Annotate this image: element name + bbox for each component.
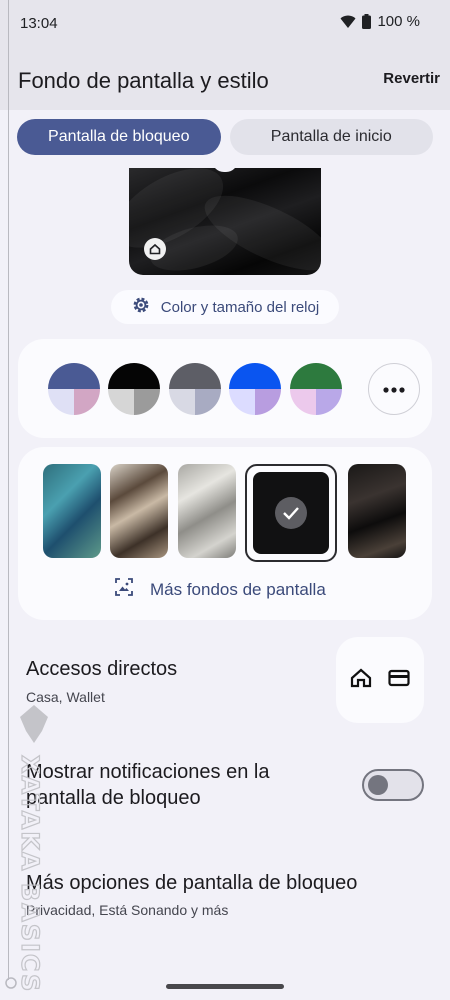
page-title: Fondo de pantalla y estilo: [18, 68, 269, 93]
app-bar: Fondo de pantalla y estilo Revertir: [0, 48, 450, 110]
color-palette-card: [18, 339, 432, 438]
wallpaper-thumb-black-feathers-selected[interactable]: [245, 464, 337, 562]
shortcuts-preview-button[interactable]: [336, 637, 424, 723]
more-wallpapers-button[interactable]: Más fondos de pantalla: [114, 577, 326, 602]
battery-icon: [362, 14, 372, 29]
toggle-knob: [368, 775, 388, 795]
gesture-nav-handle[interactable]: [166, 984, 284, 989]
battery-percent: 100 %: [377, 13, 420, 30]
color-swatch-slate[interactable]: [169, 363, 221, 415]
home-shortcut-icon: [144, 238, 166, 260]
svg-text:XATAKA BASICS: XATAKA BASICS: [16, 755, 44, 993]
wallpaper-thumb-gray-feathers[interactable]: [178, 464, 236, 558]
more-colors-button[interactable]: [368, 363, 420, 415]
shortcuts-title[interactable]: Accesos directos: [26, 656, 177, 682]
more-wallpapers-label: Más fondos de pantalla: [150, 579, 326, 599]
color-swatch-bright-blue[interactable]: [229, 363, 281, 415]
notifications-title[interactable]: Mostrar notificaciones en la pantalla de…: [26, 759, 269, 811]
wifi-icon: [340, 15, 356, 29]
watermark-logo: XATAKA BASICS: [14, 705, 54, 995]
revert-button[interactable]: Revertir: [383, 70, 440, 87]
gear-icon: [131, 295, 151, 319]
wallet-card-icon: [388, 669, 410, 692]
wallpaper-thumb-dark-feathers[interactable]: [348, 464, 406, 558]
wallpaper-image-icon: [114, 577, 134, 602]
tab-lock-screen[interactable]: Pantalla de bloqueo: [17, 119, 221, 155]
more-options-title[interactable]: Más opciones de pantalla de bloqueo: [26, 870, 357, 896]
wallpaper-card: Más fondos de pantalla: [18, 447, 432, 620]
color-swatch-green[interactable]: [290, 363, 342, 415]
status-icons: 100 %: [340, 13, 420, 30]
home-icon: [350, 668, 372, 693]
color-swatch-blue-pink[interactable]: [48, 363, 100, 415]
screen-tabs: Pantalla de bloqueo Pantalla de inicio: [17, 119, 433, 155]
watermark-circle-icon: [5, 977, 17, 989]
status-time: 13:04: [20, 15, 58, 32]
wallpaper-thumb-brown-feathers[interactable]: [110, 464, 168, 558]
more-horiz-icon: [383, 380, 405, 398]
shortcuts-subtitle: Casa, Wallet: [26, 689, 105, 705]
status-bar: 13:04 100 %: [0, 0, 450, 48]
tab-home-screen[interactable]: Pantalla de inicio: [229, 119, 433, 155]
clock-color-size-button[interactable]: Color y tamaño del reloj: [111, 290, 339, 324]
color-swatch-black-gray[interactable]: [108, 363, 160, 415]
wallpaper-thumb-teal-feathers[interactable]: [43, 464, 101, 558]
left-edge-line: [8, 0, 9, 980]
notifications-toggle[interactable]: [362, 769, 424, 801]
check-icon: [275, 497, 307, 529]
more-options-subtitle: Privacidad, Está Sonando y más: [26, 902, 229, 918]
clock-button-label: Color y tamaño del reloj: [160, 298, 320, 316]
